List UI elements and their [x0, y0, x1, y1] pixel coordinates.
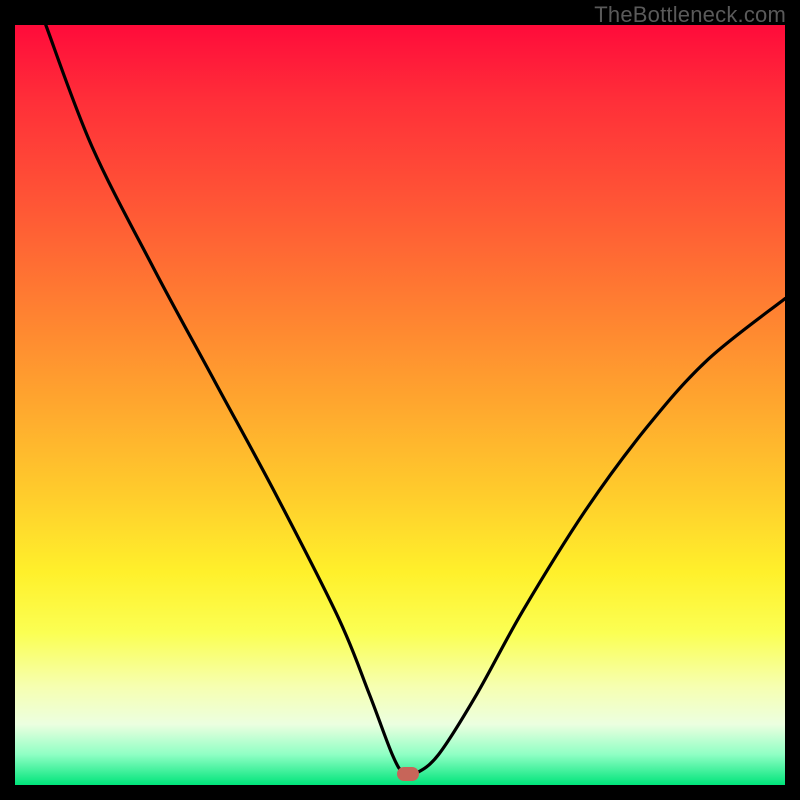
- optimum-marker: [397, 767, 419, 781]
- chart-frame: TheBottleneck.com: [0, 0, 800, 800]
- bottleneck-curve: [46, 25, 785, 776]
- plot-area: [15, 25, 785, 785]
- curve-svg: [15, 25, 785, 785]
